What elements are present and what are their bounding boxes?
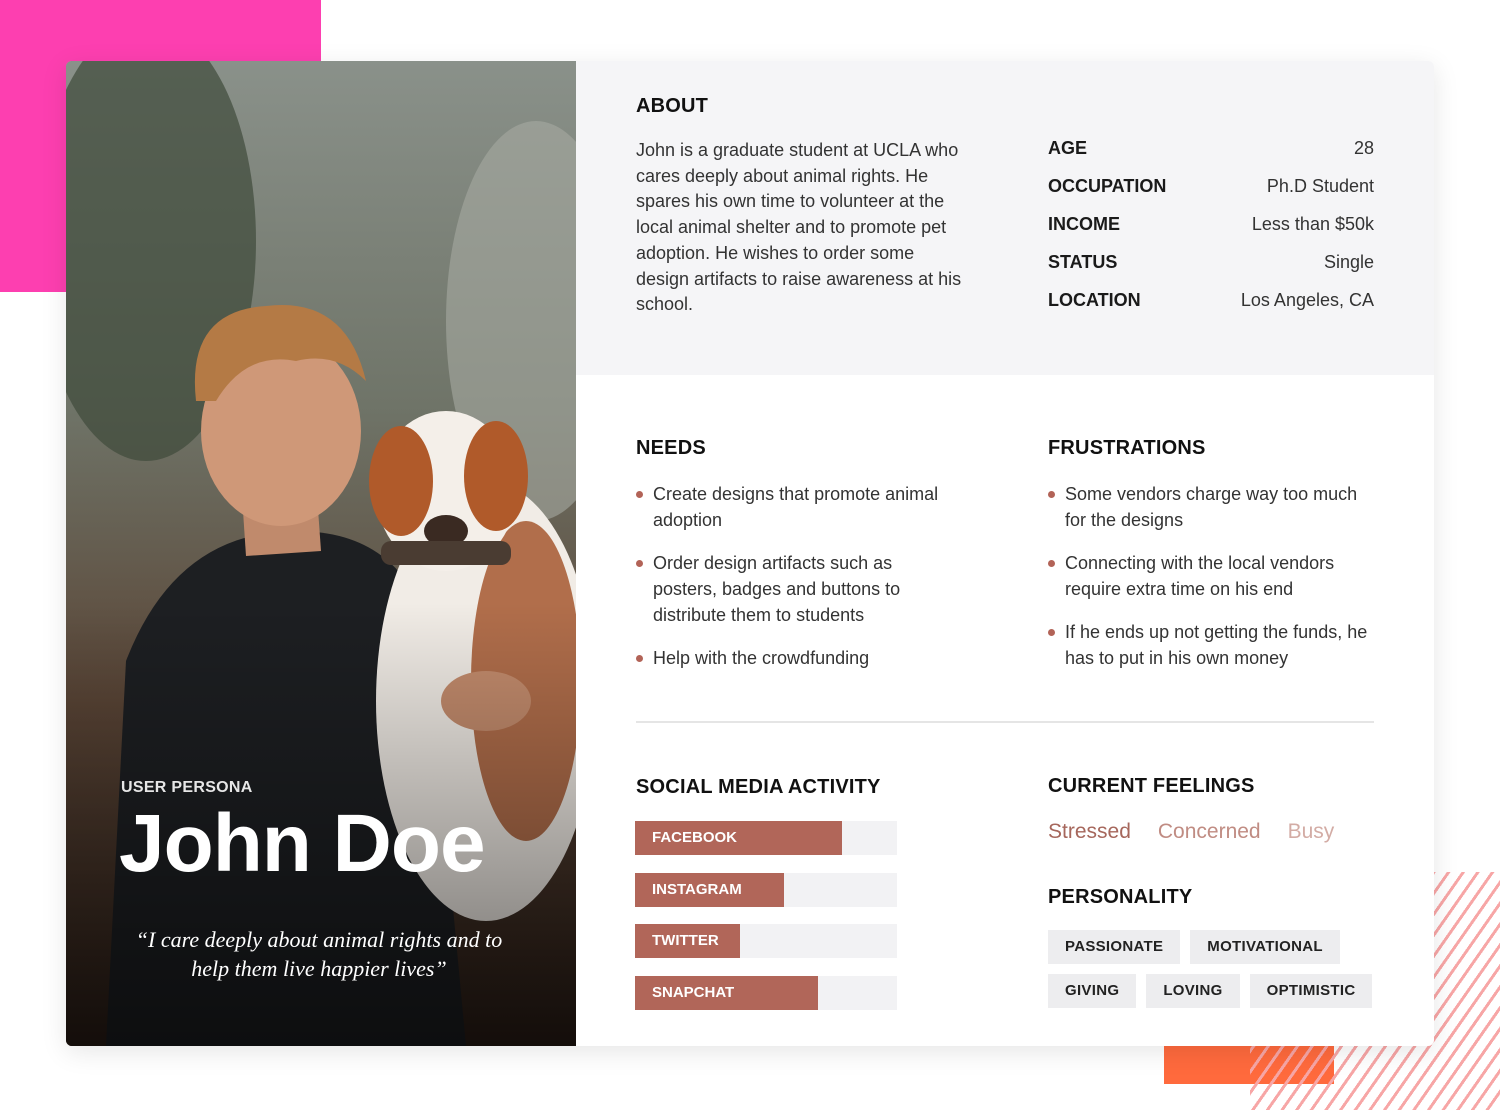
list-item: Create designs that promote animal adopt… <box>636 481 946 533</box>
persona-card: USER PERSONA John Doe “I care deeply abo… <box>66 61 1434 1046</box>
about-text: John is a graduate student at UCLA who c… <box>636 140 962 315</box>
feelings-heading: CURRENT FEELINGS <box>1048 775 1255 797</box>
social-bar-snapchat: SNAPCHAT <box>635 975 897 1010</box>
personality-tag: MOTIVATIONAL <box>1190 930 1340 964</box>
fact-label: AGE <box>1048 138 1088 158</box>
personality-tag: GIVING <box>1048 974 1137 1008</box>
tag-row: GIVING LOVING OPTIMISTIC <box>1048 974 1388 1008</box>
fact-label: STATUS <box>1048 252 1118 272</box>
list-item: Some vendors charge way too much for the… <box>1048 481 1378 533</box>
personality-tag: PASSIONATE <box>1048 930 1181 964</box>
list-item: Help with the crowdfunding <box>636 645 946 671</box>
feeling-item: Stressed <box>1048 820 1131 843</box>
photo-illustration <box>66 61 576 1046</box>
list-item: If he ends up not getting the funds, he … <box>1048 619 1378 671</box>
frustrations-list: Some vendors charge way too much for the… <box>1048 481 1378 671</box>
fact-label: OCCUPATION <box>1048 176 1167 196</box>
bar-label: FACEBOOK <box>652 829 738 846</box>
feeling-item: Busy <box>1287 820 1335 843</box>
needs-list: Create designs that promote animal adopt… <box>636 481 946 671</box>
social-bar-instagram: INSTAGRAM <box>635 872 897 907</box>
social-bar-twitter: TWITTER <box>635 924 897 958</box>
fact-value: Less than $50k <box>1251 214 1374 234</box>
personality-heading: PERSONALITY <box>1048 886 1193 908</box>
list-item: Order design artifacts such as posters, … <box>636 550 946 628</box>
social-bar-facebook: FACEBOOK <box>635 821 897 855</box>
persona-quote: “I care deeply about animal rights and t… <box>135 927 503 981</box>
feeling-item: Concerned <box>1157 820 1261 843</box>
fact-row-occupation: OCCUPATION Ph.D Student <box>1048 176 1374 214</box>
section-divider <box>636 721 1374 723</box>
fact-value: Single <box>1323 252 1374 272</box>
fact-label: LOCATION <box>1048 290 1141 310</box>
persona-photo: USER PERSONA John Doe “I care deeply abo… <box>66 61 576 1046</box>
fact-row-location: LOCATION Los Angeles, CA <box>1048 290 1374 328</box>
tag-row: PASSIONATE MOTIVATIONAL <box>1048 930 1388 964</box>
bar-label: SNAPCHAT <box>652 983 735 1001</box>
personality-tags: PASSIONATE MOTIVATIONAL GIVING LOVING OP… <box>1048 930 1388 1018</box>
persona-label: USER PERSONA <box>121 779 253 796</box>
fact-row-status: STATUS Single <box>1048 252 1374 290</box>
personality-tag: OPTIMISTIC <box>1249 974 1373 1008</box>
bar-label: TWITTER <box>652 932 719 949</box>
facts-list: AGE 28 OCCUPATION Ph.D Student INCOME Le… <box>1048 138 1374 328</box>
feelings-list: Stressed Concerned Busy <box>1048 820 1334 844</box>
fact-row-age: AGE 28 <box>1048 138 1374 176</box>
fact-row-income: INCOME Less than $50k <box>1048 214 1374 252</box>
fact-value: 28 <box>1353 138 1374 158</box>
about-heading: ABOUT <box>636 95 709 117</box>
frustrations-heading: FRUSTRATIONS <box>1048 437 1206 459</box>
bar-label: INSTAGRAM <box>652 880 742 898</box>
needs-heading: NEEDS <box>636 437 706 459</box>
persona-name: John Doe <box>119 798 486 889</box>
fact-value: Ph.D Student <box>1266 176 1374 196</box>
list-item: Connecting with the local vendors requir… <box>1048 550 1378 602</box>
fact-value: Los Angeles, CA <box>1240 290 1374 310</box>
about-panel: ABOUT John is a graduate student at UCLA… <box>576 61 1434 375</box>
fact-label: INCOME <box>1048 214 1120 234</box>
personality-tag: LOVING <box>1146 974 1240 1008</box>
social-media-bars: FACEBOOK INSTAGRAM TWITTER SNAPCHAT <box>635 821 897 1027</box>
social-heading: SOCIAL MEDIA ACTIVITY <box>636 776 881 798</box>
